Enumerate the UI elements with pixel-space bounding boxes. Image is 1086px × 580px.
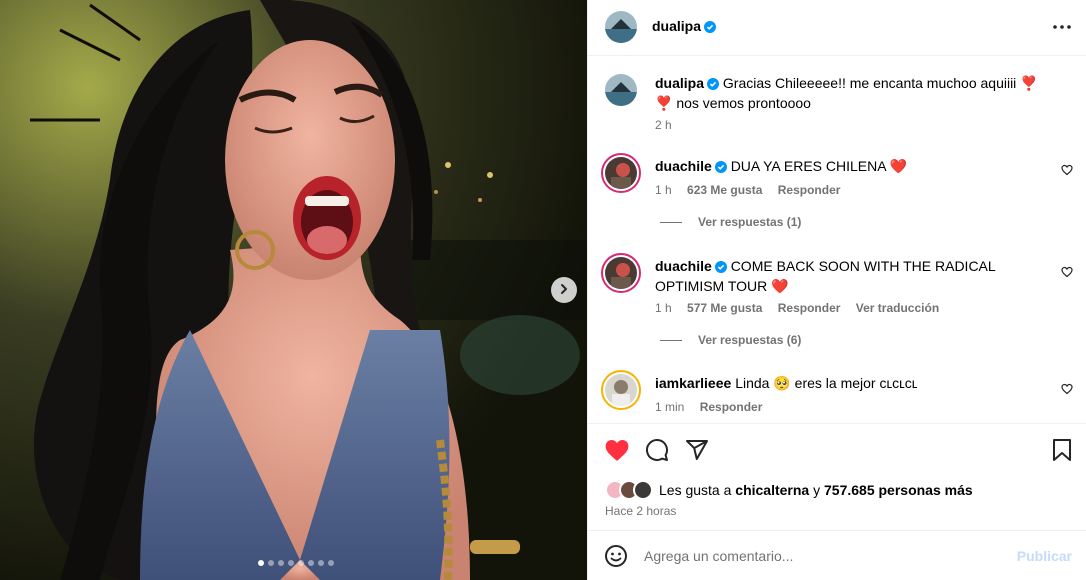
- author-avatar[interactable]: [605, 11, 637, 43]
- view-replies-button[interactable]: Ver respuestas (6): [660, 333, 801, 347]
- comment-text: DUA YA ERES CHILENA ❤️: [730, 158, 908, 174]
- likes-summary[interactable]: Les gusta a chicalterna y 757.685 person…: [605, 480, 973, 500]
- share-button[interactable]: [685, 438, 709, 465]
- more-horizontal-icon: [1051, 25, 1073, 41]
- comment-likes[interactable]: 577 Me gusta: [687, 301, 762, 315]
- slide-dot: [297, 560, 304, 566]
- verified-badge-icon: [707, 76, 720, 94]
- like-comment-button[interactable]: [1061, 163, 1073, 179]
- likes-count[interactable]: 757.685 personas más: [824, 482, 973, 498]
- comment-time[interactable]: 1 h: [655, 301, 672, 315]
- liker-avatar: [633, 480, 653, 500]
- post-actions: Les gusta a chicalterna y 757.685 person…: [588, 423, 1086, 529]
- comment-button[interactable]: [645, 438, 669, 465]
- post-photo: [0, 0, 587, 580]
- heart-outline-icon: [1061, 163, 1073, 179]
- comments-list[interactable]: dualipa Gracias Chileeeee!! me encanta m…: [588, 57, 1086, 422]
- commenter-avatar[interactable]: [601, 253, 641, 293]
- slide-dot: [307, 560, 314, 566]
- comment-likes[interactable]: 623 Me gusta: [687, 183, 762, 197]
- slide-dot: [277, 560, 284, 566]
- verified-badge-icon: [714, 259, 727, 277]
- verified-badge-icon: [704, 20, 717, 36]
- likes-first-user[interactable]: chicalterna: [735, 482, 809, 498]
- comment-time[interactable]: 1 h: [655, 183, 672, 197]
- likes-joiner: y: [813, 482, 821, 498]
- heart-filled-icon: [604, 440, 630, 465]
- publish-button[interactable]: Publicar: [1017, 548, 1072, 564]
- share-icon: [685, 440, 709, 465]
- comment-input[interactable]: [644, 545, 1004, 567]
- caption-username[interactable]: dualipa: [655, 75, 704, 91]
- more-options-button[interactable]: [1051, 16, 1073, 41]
- post-media[interactable]: [0, 0, 587, 580]
- comment-icon: [645, 439, 669, 465]
- view-replies-label[interactable]: Ver respuestas (1): [698, 215, 801, 229]
- like-button[interactable]: [604, 438, 630, 465]
- next-slide-button[interactable]: [551, 277, 577, 303]
- comment-text: Linda 🥺 eres la mejor ᴄʟᴄʟᴄʟ: [735, 375, 918, 391]
- slide-indicator: [2, 560, 587, 566]
- caption-time[interactable]: 2 h: [655, 118, 672, 132]
- replies-divider: [660, 339, 682, 341]
- post-header: dualipa: [588, 0, 1086, 56]
- bookmark-icon: [1051, 439, 1073, 465]
- commenter-avatar[interactable]: [601, 370, 641, 410]
- slide-dot: [257, 560, 264, 566]
- comment-username[interactable]: duachile: [655, 158, 712, 174]
- slide-dot: [327, 560, 334, 566]
- author-avatar[interactable]: [605, 74, 637, 106]
- heart-outline-icon: [1061, 265, 1073, 281]
- post-timestamp[interactable]: Hace 2 horas: [605, 504, 676, 518]
- author-username[interactable]: dualipa: [652, 18, 701, 34]
- comment-username[interactable]: iamkarlieee: [655, 375, 731, 391]
- slide-dot: [317, 560, 324, 566]
- view-replies-label[interactable]: Ver respuestas (6): [698, 333, 801, 347]
- post-side-panel: dualipa dualipa Gracias Chileeeee!! me e…: [587, 0, 1086, 580]
- verified-badge-icon: [714, 159, 727, 177]
- save-button[interactable]: [1051, 438, 1073, 465]
- likes-prefix: Les gusta a: [659, 482, 732, 498]
- reply-button[interactable]: Responder: [778, 183, 841, 197]
- reply-button[interactable]: Responder: [778, 301, 841, 315]
- emoji-button[interactable]: [604, 544, 628, 571]
- comment-time[interactable]: 1 min: [655, 400, 684, 414]
- heart-outline-icon: [1061, 382, 1073, 398]
- like-comment-button[interactable]: [1061, 265, 1073, 281]
- slide-dot: [287, 560, 294, 566]
- slide-dot: [267, 560, 274, 566]
- translate-button[interactable]: Ver traducción: [856, 301, 939, 315]
- chevron-right-icon: [558, 282, 570, 298]
- add-comment-form: Publicar: [588, 530, 1086, 580]
- emoji-icon: [604, 545, 628, 571]
- like-comment-button[interactable]: [1061, 382, 1073, 398]
- replies-divider: [660, 221, 682, 223]
- likers-avatars: [605, 480, 657, 500]
- view-replies-button[interactable]: Ver respuestas (1): [660, 215, 801, 229]
- reply-button[interactable]: Responder: [700, 400, 763, 414]
- comment-username[interactable]: duachile: [655, 258, 712, 274]
- commenter-avatar[interactable]: [601, 153, 641, 193]
